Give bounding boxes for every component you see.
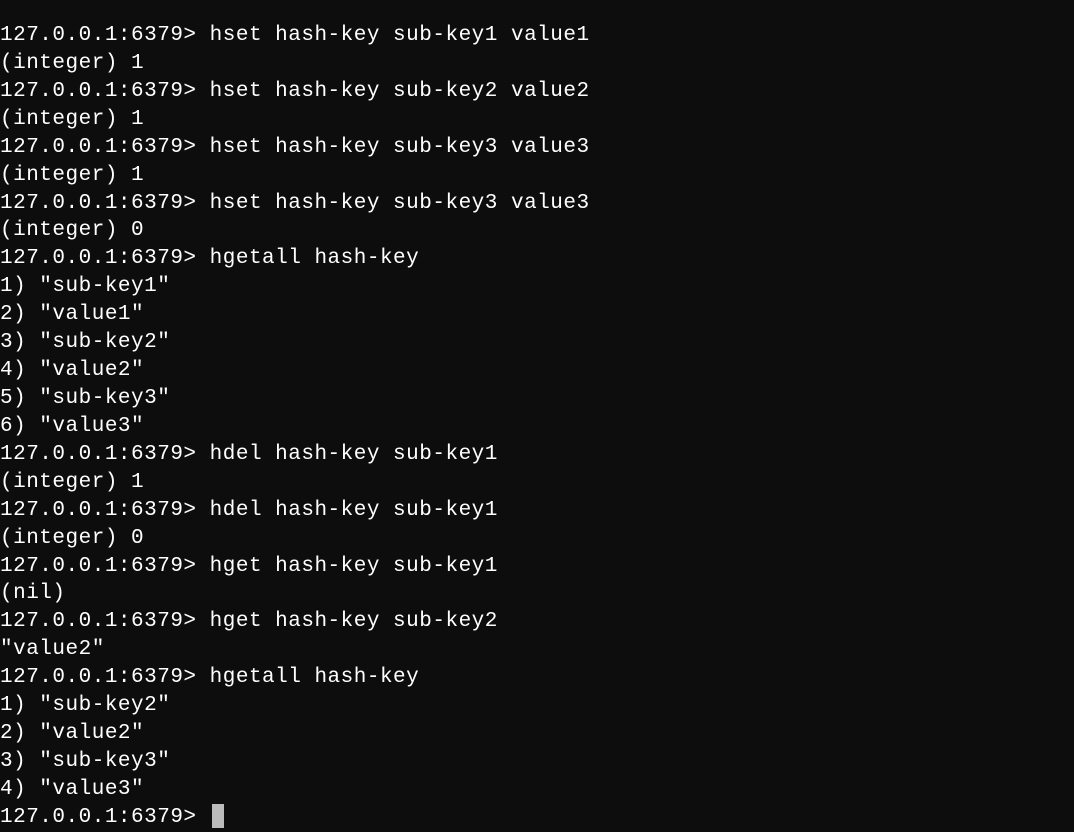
terminal-line: 127.0.0.1:6379> hget hash-key sub-key2 (0, 608, 1074, 636)
terminal-output: 4) "value3" (0, 776, 144, 804)
terminal-line: 2) "value2" (0, 720, 1074, 748)
terminal-line: 127.0.0.1:6379> hset hash-key sub-key1 v… (0, 22, 1074, 50)
terminal-line: 6) "value3" (0, 413, 1074, 441)
terminal-window[interactable]: 127.0.0.1:6379> hset hash-key sub-key1 v… (0, 22, 1074, 832)
terminal-line: 127.0.0.1:6379> hdel hash-key sub-key1 (0, 497, 1074, 525)
terminal-command: hget hash-key sub-key2 (197, 608, 498, 636)
terminal-command[interactable] (197, 804, 210, 832)
terminal-line: (integer) 0 (0, 525, 1074, 553)
terminal-output: (nil) (0, 580, 66, 608)
terminal-output: 3) "sub-key3" (0, 748, 170, 776)
terminal-output: (integer) 0 (0, 525, 144, 553)
terminal-output: 2) "value1" (0, 301, 144, 329)
terminal-command: hget hash-key sub-key1 (197, 553, 498, 581)
terminal-line: 127.0.0.1:6379> hdel hash-key sub-key1 (0, 441, 1074, 469)
terminal-output: 4) "value2" (0, 357, 144, 385)
terminal-line: 5) "sub-key3" (0, 385, 1074, 413)
terminal-command: hdel hash-key sub-key1 (197, 441, 498, 469)
terminal-output: 2) "value2" (0, 720, 144, 748)
terminal-prompt: 127.0.0.1:6379> (0, 608, 197, 636)
terminal-line: 127.0.0.1:6379> hget hash-key sub-key1 (0, 553, 1074, 581)
terminal-line: (integer) 1 (0, 106, 1074, 134)
terminal-output: 1) "sub-key2" (0, 692, 170, 720)
terminal-prompt: 127.0.0.1:6379> (0, 190, 197, 218)
terminal-output: (integer) 1 (0, 469, 144, 497)
terminal-output: (integer) 1 (0, 106, 144, 134)
terminal-prompt: 127.0.0.1:6379> (0, 497, 197, 525)
terminal-line: (nil) (0, 580, 1074, 608)
terminal-line: 127.0.0.1:6379> hgetall hash-key (0, 245, 1074, 273)
terminal-line: 127.0.0.1:6379> hgetall hash-key (0, 664, 1074, 692)
terminal-command: hset hash-key sub-key3 value3 (197, 134, 590, 162)
terminal-line: (integer) 0 (0, 217, 1074, 245)
terminal-line: 127.0.0.1:6379> hset hash-key sub-key3 v… (0, 190, 1074, 218)
terminal-line: 127.0.0.1:6379> (0, 804, 1074, 832)
terminal-line: 1) "sub-key1" (0, 273, 1074, 301)
terminal-prompt: 127.0.0.1:6379> (0, 245, 197, 273)
terminal-output: 3) "sub-key2" (0, 329, 170, 357)
terminal-prompt: 127.0.0.1:6379> (0, 78, 197, 106)
terminal-line: 1) "sub-key2" (0, 692, 1074, 720)
terminal-output: "value2" (0, 636, 105, 664)
terminal-line: 4) "value3" (0, 776, 1074, 804)
terminal-line: (integer) 1 (0, 50, 1074, 78)
terminal-output: 6) "value3" (0, 413, 144, 441)
terminal-command: hset hash-key sub-key1 value1 (197, 22, 590, 50)
terminal-command: hset hash-key sub-key3 value3 (197, 190, 590, 218)
terminal-command: hgetall hash-key (197, 245, 420, 273)
terminal-line: (integer) 1 (0, 469, 1074, 497)
terminal-prompt: 127.0.0.1:6379> (0, 134, 197, 162)
terminal-line: "value2" (0, 636, 1074, 664)
terminal-command: hset hash-key sub-key2 value2 (197, 78, 590, 106)
terminal-cursor (212, 804, 224, 828)
terminal-command: hdel hash-key sub-key1 (197, 497, 498, 525)
terminal-line: 3) "sub-key2" (0, 329, 1074, 357)
terminal-prompt: 127.0.0.1:6379> (0, 441, 197, 469)
terminal-command: hgetall hash-key (197, 664, 420, 692)
terminal-prompt: 127.0.0.1:6379> (0, 22, 197, 50)
terminal-line: 127.0.0.1:6379> hset hash-key sub-key3 v… (0, 134, 1074, 162)
terminal-output: 1) "sub-key1" (0, 273, 170, 301)
terminal-line: 3) "sub-key3" (0, 748, 1074, 776)
terminal-prompt: 127.0.0.1:6379> (0, 664, 197, 692)
terminal-output: (integer) 0 (0, 217, 144, 245)
terminal-line: (integer) 1 (0, 162, 1074, 190)
terminal-line: 2) "value1" (0, 301, 1074, 329)
terminal-output: (integer) 1 (0, 50, 144, 78)
terminal-line: 127.0.0.1:6379> hset hash-key sub-key2 v… (0, 78, 1074, 106)
terminal-output: (integer) 1 (0, 162, 144, 190)
terminal-line: 4) "value2" (0, 357, 1074, 385)
terminal-prompt: 127.0.0.1:6379> (0, 804, 197, 832)
terminal-prompt: 127.0.0.1:6379> (0, 553, 197, 581)
terminal-output: 5) "sub-key3" (0, 385, 170, 413)
